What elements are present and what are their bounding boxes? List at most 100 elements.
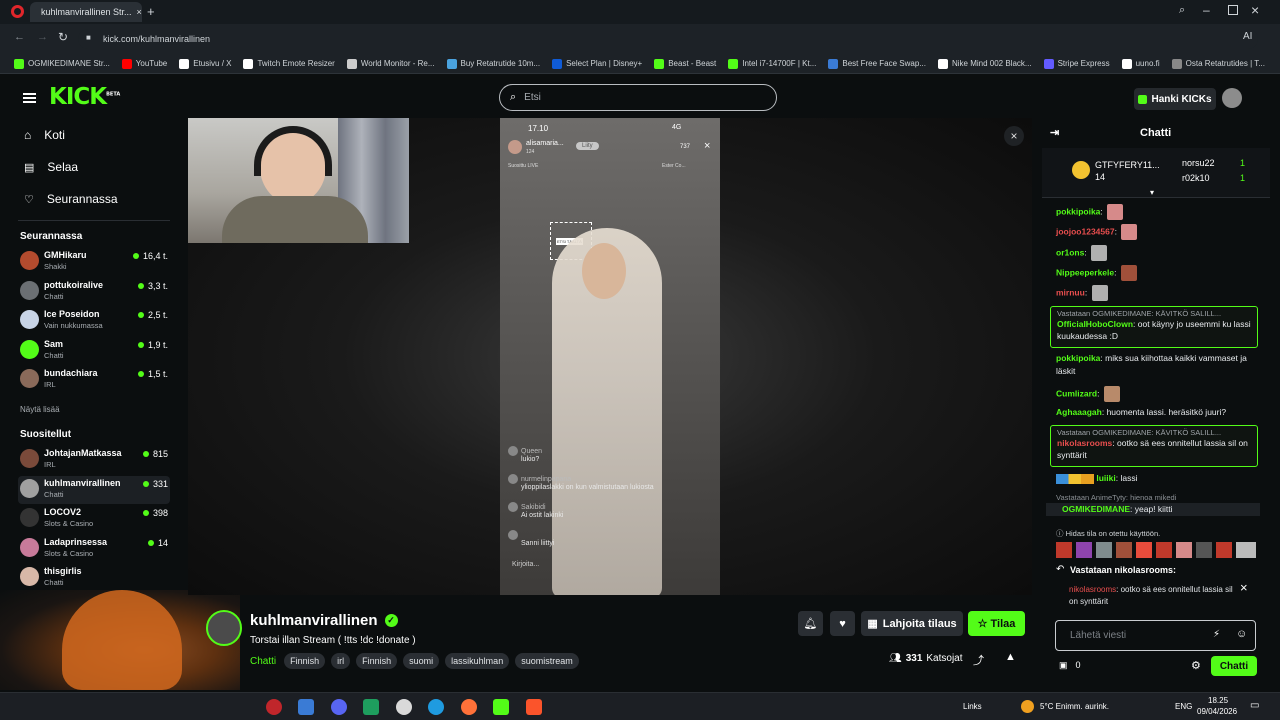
language-label[interactable]: ENG bbox=[1175, 702, 1192, 711]
cancel-reply-icon[interactable]: × bbox=[1240, 580, 1248, 595]
share-icon[interactable]: ⤴ bbox=[973, 652, 984, 668]
bookmark-item[interactable]: World Monitor - Re... bbox=[346, 58, 435, 69]
chat-username[interactable]: OfficialHoboClown bbox=[1057, 319, 1133, 329]
emoji-icon[interactable]: ☺ bbox=[1236, 628, 1247, 640]
close-player-icon[interactable]: × bbox=[1004, 126, 1024, 146]
chat-username[interactable]: OGMIKEDIMANE bbox=[1062, 504, 1130, 514]
bookmark-item[interactable]: Etusivu / X bbox=[179, 58, 231, 69]
bookmark-item[interactable]: uuno.fi bbox=[1121, 58, 1160, 69]
stream-tag[interactable]: suomistream bbox=[515, 653, 579, 669]
discord-taskbar-icon[interactable] bbox=[331, 699, 347, 715]
firefox-taskbar-icon[interactable] bbox=[461, 699, 477, 715]
chat-settings-icon[interactable]: ⚙ bbox=[1191, 659, 1201, 672]
logo-text: KICK bbox=[49, 84, 107, 110]
chat-username[interactable]: mirnuu bbox=[1056, 287, 1085, 297]
kick-taskbar-icon[interactable] bbox=[493, 699, 509, 715]
edge-taskbar-icon[interactable] bbox=[428, 699, 444, 715]
sidebar-nav-browse[interactable]: ▤ Selaa bbox=[24, 160, 78, 174]
chat-username[interactable]: pokkipoika bbox=[1056, 206, 1100, 216]
send-chat-button[interactable]: Chatti bbox=[1211, 656, 1257, 676]
report-icon[interactable]: ▲ bbox=[1005, 651, 1016, 663]
chat-username[interactable]: or1ons bbox=[1056, 247, 1084, 257]
tab-close-icon[interactable]: × bbox=[137, 7, 142, 17]
get-kicks-button[interactable]: Hanki KICKs bbox=[1134, 88, 1216, 110]
sidebar-channel-pottukoiralive[interactable]: pottukoiralive Chatti 3,3 t. bbox=[18, 278, 170, 306]
bookmark-item[interactable]: Twitch Emote Resizer bbox=[243, 58, 335, 69]
weather-label[interactable]: 5°C Enimm. aurink. bbox=[1040, 702, 1109, 711]
close-window-icon[interactable]: × bbox=[1251, 2, 1259, 18]
sidebar-channel-ice poseidon[interactable]: Ice Poseidon Vain nukkumassa 2,5 t. bbox=[18, 307, 170, 335]
sidebar-channel-bundachiara[interactable]: bundachiara IRL 1,5 t. bbox=[18, 366, 170, 394]
opera-menu-icon[interactable] bbox=[11, 5, 24, 18]
user-avatar[interactable] bbox=[1222, 88, 1242, 108]
brave-taskbar-icon[interactable] bbox=[526, 699, 542, 715]
ai-button[interactable]: AI bbox=[1243, 31, 1252, 42]
stream-tag[interactable]: Finnish bbox=[356, 653, 398, 669]
stream-tag[interactable]: lassikuhlman bbox=[445, 653, 510, 669]
search-tabs-icon[interactable]: ⌕ bbox=[1179, 4, 1185, 17]
phone-comment-user: Sakibidi bbox=[521, 503, 546, 511]
chat-message-input[interactable]: Lähetä viesti ⚡︎ ☺ bbox=[1055, 620, 1256, 651]
bookmark-item[interactable]: Best Free Face Swap... bbox=[828, 58, 926, 69]
sidebar-channel-sam[interactable]: Sam Chatti 1,9 t. bbox=[18, 337, 170, 365]
follow-heart-button[interactable]: ♥ bbox=[830, 611, 855, 636]
notification-bell-button[interactable]: 🔔︎ bbox=[798, 611, 823, 636]
stream-tag[interactable]: Finnish bbox=[284, 653, 326, 669]
search-input[interactable]: ⌕ Etsi bbox=[499, 84, 777, 111]
show-more-link[interactable]: Näytä lisää bbox=[20, 405, 60, 414]
app2-taskbar-icon[interactable] bbox=[363, 699, 379, 715]
browser-tab[interactable]: kuhlmanvirallinen Str... × bbox=[30, 2, 142, 22]
kicks-balance[interactable]: ▣ 0 bbox=[1059, 660, 1081, 671]
chat-username[interactable]: nikolasrooms bbox=[1057, 438, 1112, 448]
expand-gifters-icon[interactable]: ▾ bbox=[1150, 188, 1154, 197]
url-field[interactable]: ■ kick.com/kuhlmanvirallinen bbox=[78, 29, 1258, 49]
opera-taskbar-icon[interactable] bbox=[266, 699, 282, 715]
sidebar-channel-thisgirlis[interactable]: thisgirlis Chatti bbox=[18, 564, 170, 592]
sidebar-nav-home[interactable]: ⌂ Koti bbox=[24, 128, 65, 142]
new-tab-button[interactable]: + bbox=[147, 4, 155, 19]
kick-emote-icon[interactable]: ⚡︎ bbox=[1213, 629, 1220, 640]
bookmark-item[interactable]: YouTube bbox=[121, 58, 167, 69]
app3-taskbar-icon[interactable] bbox=[396, 699, 412, 715]
chat-username[interactable]: Nippeeperkele bbox=[1056, 267, 1114, 277]
links-label[interactable]: Links bbox=[963, 702, 982, 711]
phone-stream-view: 17.10 4G alisamaria... 124 Liity 737 × S… bbox=[500, 118, 720, 595]
back-icon[interactable]: ← bbox=[14, 31, 25, 43]
bookmark-item[interactable]: Beast - Beast bbox=[654, 58, 716, 69]
sidebar-nav-following[interactable]: ♡ Seurannassa bbox=[24, 192, 118, 206]
bookmark-item[interactable]: Intel i7-14700F | Kt... bbox=[728, 58, 816, 69]
streamer-name-row[interactable]: kuhlmanvirallinen ✓ bbox=[250, 612, 398, 629]
app-taskbar-icon[interactable] bbox=[298, 699, 314, 715]
bookmark-item[interactable]: Osta Retatrutides | T... bbox=[1171, 58, 1265, 69]
sidebar-channel-locov2[interactable]: LOCOV2 Slots & Casino 398 bbox=[18, 505, 170, 533]
notifications-icon[interactable]: ▭ bbox=[1250, 700, 1259, 711]
sidebar-channel-johtajanmatkassa[interactable]: JohtajanMatkassa IRL 815 bbox=[18, 446, 170, 474]
bookmark-item[interactable]: Stripe Express bbox=[1043, 58, 1110, 69]
category-link[interactable]: Chatti bbox=[250, 656, 276, 667]
subscribe-button[interactable]: ☆ Tilaa bbox=[968, 611, 1025, 636]
sidebar-channel-ladaprinsessa[interactable]: Ladaprinsessa Slots & Casino 14 bbox=[18, 535, 170, 563]
streamer-avatar[interactable] bbox=[206, 610, 242, 646]
kick-logo[interactable]: KICKBETA bbox=[49, 84, 120, 110]
forward-icon[interactable]: → bbox=[37, 31, 48, 43]
minimize-icon[interactable]: – bbox=[1203, 3, 1210, 17]
bookmark-item[interactable]: Nike Mind 002 Black... bbox=[937, 58, 1032, 69]
sidebar-channel-kuhlmanvirallinen[interactable]: kuhlmanvirallinen Chatti 331 bbox=[18, 475, 170, 504]
chat-username[interactable]: pokkipoika bbox=[1056, 353, 1100, 363]
sidebar-channel-gmhikaru[interactable]: GMHikaru Shakki 16,4 t. bbox=[18, 248, 170, 276]
video-player[interactable]: 17.10 4G alisamaria... 124 Liity 737 × S… bbox=[188, 118, 1032, 595]
chat-username[interactable]: Aghaaagah bbox=[1056, 407, 1102, 417]
reload-icon[interactable]: ↻ bbox=[58, 30, 68, 44]
stream-tag[interactable]: irl bbox=[331, 653, 351, 669]
bookmark-item[interactable]: Select Plan | Disney+ bbox=[552, 58, 642, 69]
chat-username[interactable]: joojoo1234567 bbox=[1056, 227, 1115, 237]
page-scrollbar[interactable] bbox=[1270, 118, 1276, 684]
bookmark-item[interactable]: Buy Retatrutide 10m... bbox=[446, 58, 540, 69]
maximize-icon[interactable] bbox=[1228, 5, 1238, 15]
collapse-chat-icon[interactable]: ⇥ bbox=[1050, 126, 1059, 139]
bookmark-item[interactable]: OGMIKEDIMANE Str... bbox=[14, 58, 110, 69]
gift-sub-button[interactable]: ▦ Lahjoita tilaus bbox=[861, 611, 963, 636]
chat-username[interactable]: Cumlizard bbox=[1056, 388, 1097, 398]
stream-tag[interactable]: suomi bbox=[403, 653, 440, 669]
chat-username[interactable]: luiiki bbox=[1096, 473, 1115, 483]
